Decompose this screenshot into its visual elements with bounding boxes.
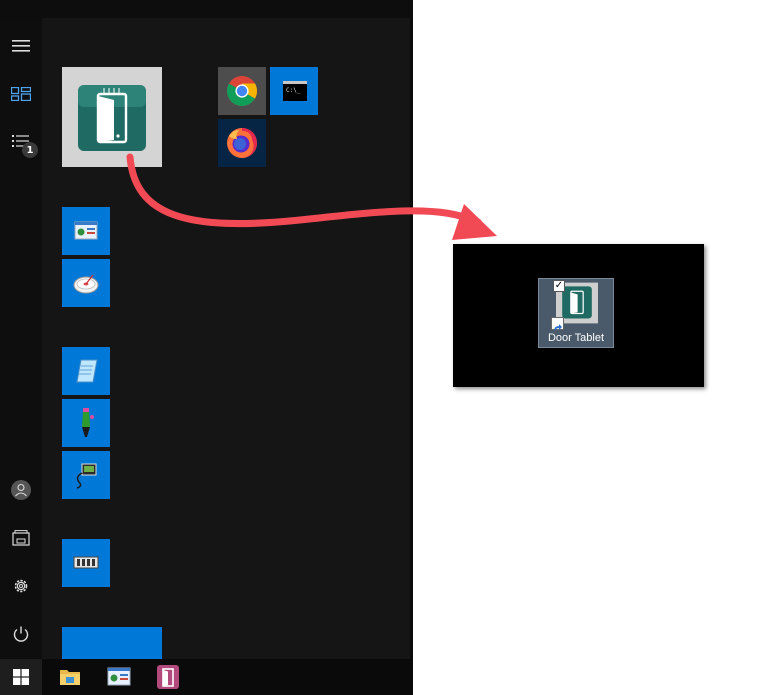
selected-checkbox[interactable]: ✓ bbox=[553, 280, 565, 292]
shortcut-arrow-icon bbox=[551, 317, 564, 331]
desktop-shortcut-door-tablet[interactable]: ✓ Door Tablet bbox=[538, 278, 614, 348]
desktop-preview: ✓ Door Tablet bbox=[453, 244, 704, 387]
desktop-shortcut-label: Door Tablet bbox=[547, 332, 605, 344]
screenshot: 1 C:\_ ✓ Door Tablet bbox=[0, 0, 770, 695]
